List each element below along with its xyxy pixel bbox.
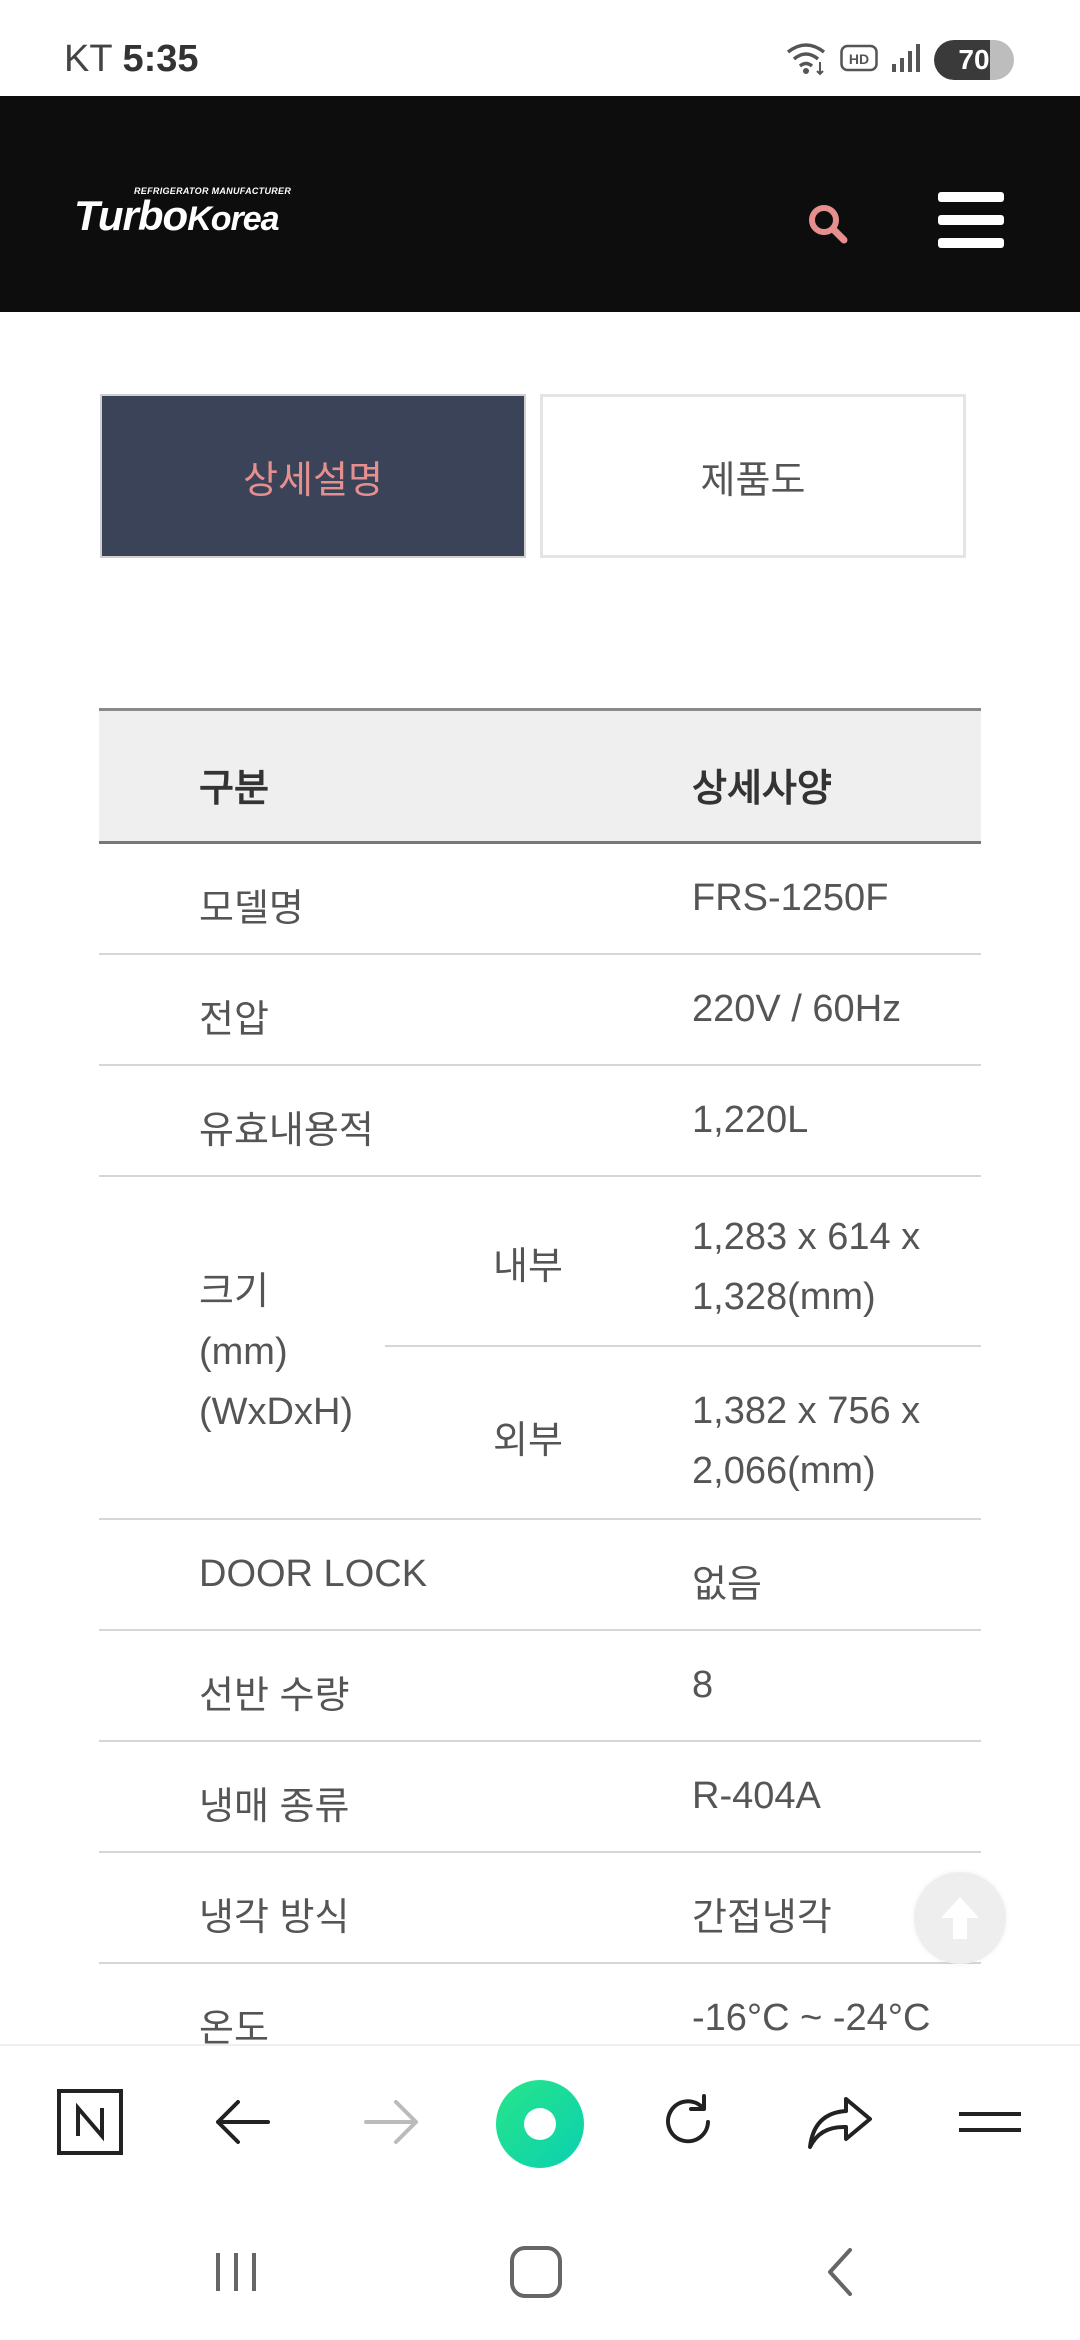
tab-product-drawing[interactable]: 제품도 [540,394,966,558]
hd-label: HD [849,51,869,67]
back-icon [828,2248,852,2296]
row-value: R-404A [692,1775,821,1817]
wifi-icon [784,40,828,81]
status-bar: KT 5:35 HD 70 [0,0,1080,96]
turbo-korea-logo[interactable]: REFRIGERATOR MANUFACTURER TurboKorea [74,186,291,240]
table-row-capacity: 유효내용적 1,220L [99,1066,981,1177]
recents-button[interactable] [196,2240,276,2304]
tab-label: 제품도 [700,459,806,502]
hd-icon: HD [840,43,878,78]
back-button[interactable] [202,2082,282,2162]
size-label: 크기 (mm) (WxDxH) [199,1262,353,1442]
table-row-cooling: 냉각 방식 간접냉각 [99,1853,981,1964]
search-icon [809,205,848,244]
menu-bar [938,238,1004,248]
row-label: 모델명 [199,888,304,930]
carrier-label: KT [64,38,112,80]
table-row-door-lock: DOOR LOCK 없음 [99,1520,981,1631]
table-row-voltage: 전압 220V / 60Hz [99,955,981,1066]
refresh-icon [666,2094,710,2144]
size-outer-row: 외부 1,382 x 756 x 2,066(mm) [385,1349,981,1520]
row-label: 전압 [199,999,269,1041]
row-value: 없음 [692,1564,762,1606]
table-header: 구분 상세사양 [99,708,981,844]
logo-main-text: Turbo [74,192,188,239]
browser-menu-button[interactable] [950,2082,1030,2162]
row-value: 1,220L [692,1099,809,1141]
status-icons: HD 70 [784,40,1014,80]
outer-value-line: 2,066(mm) [692,1450,876,1492]
row-value: FRS-1250F [692,877,889,919]
system-nav-bar [0,2200,1080,2340]
tab-label: 상세설명 [243,459,383,502]
table-row-model: 모델명 FRS-1250F [99,844,981,955]
table-row-size: 크기 (mm) (WxDxH) 내부 1,283 x 614 x 1,328(m… [99,1177,981,1520]
row-value: 220V / 60Hz [692,988,902,1030]
n-logo-icon [57,2089,123,2155]
forward-arrow-icon [364,2100,418,2144]
header-detail: 상세사양 [692,768,832,810]
outer-value-line: 1,382 x 756 x [692,1390,921,1432]
inner-value-line: 1,283 x 614 x [692,1216,921,1258]
row-value: -16°C ~ -24°C [692,1997,931,2039]
row-label: 선반 수량 [199,1675,350,1717]
recents-icon [216,2253,256,2291]
browser-toolbar [0,2044,1080,2200]
home-icon [510,2246,562,2298]
outer-value: 1,382 x 756 x 2,066(mm) [692,1381,920,1501]
search-button[interactable] [804,200,852,248]
share-icon [808,2097,872,2149]
battery-level: 70 [958,44,990,75]
row-value: 간접냉각 [692,1897,832,1939]
back-arrow-icon [216,2100,270,2144]
hamburger-menu-button[interactable] [938,192,1004,248]
row-label: DOOR LOCK [199,1553,428,1595]
green-dot-icon [524,2108,556,2140]
size-label-line: 크기 [199,1271,269,1313]
row-label: 유효내용적 [199,1110,374,1152]
site-header: REFRIGERATOR MANUFACTURER TurboKorea [0,96,1080,312]
forward-button[interactable] [352,2082,432,2162]
share-button[interactable] [800,2082,880,2162]
table-row-shelves: 선반 수량 8 [99,1631,981,1742]
spec-table: 구분 상세사양 모델명 FRS-1250F 전압 220V / 60Hz 유효내… [99,708,981,2075]
system-back-button[interactable] [800,2240,880,2304]
green-dot-button[interactable] [496,2080,584,2168]
logo-wordmark: TurboKorea [74,192,280,240]
refresh-button[interactable] [648,2082,728,2162]
size-label-line: (WxDxH) [199,1391,354,1433]
outer-label: 외부 [493,1420,563,1462]
carrier-time: KT 5:35 [64,38,199,81]
arrow-up-icon [941,1897,979,1939]
menu-bar [938,192,1004,202]
naver-home-button[interactable] [50,2082,130,2162]
logo-tagline: REFRIGERATOR MANUFACTURER [134,186,292,196]
size-inner-row: 내부 1,283 x 614 x 1,328(mm) [385,1177,981,1347]
row-value: 8 [692,1664,714,1706]
tab-detail-description[interactable]: 상세설명 [100,394,526,558]
menu-bar [938,215,1004,225]
signal-icon [890,42,922,79]
home-button[interactable] [496,2240,576,2304]
inner-label: 내부 [493,1246,563,1288]
header-category: 구분 [199,768,269,810]
row-label: 냉매 종류 [199,1786,350,1828]
scroll-top-button[interactable] [914,1872,1006,1964]
clock: 5:35 [122,38,199,80]
inner-value: 1,283 x 614 x 1,328(mm) [692,1207,920,1327]
logo-secondary-text: Korea [187,200,279,238]
battery-indicator: 70 [934,40,1014,80]
row-label: 냉각 방식 [199,1897,350,1939]
menu-lines-icon [959,2112,1021,2132]
table-row-refrigerant: 냉매 종류 R-404A [99,1742,981,1853]
inner-value-line: 1,328(mm) [692,1276,876,1318]
size-label-line: (mm) [199,1331,288,1373]
